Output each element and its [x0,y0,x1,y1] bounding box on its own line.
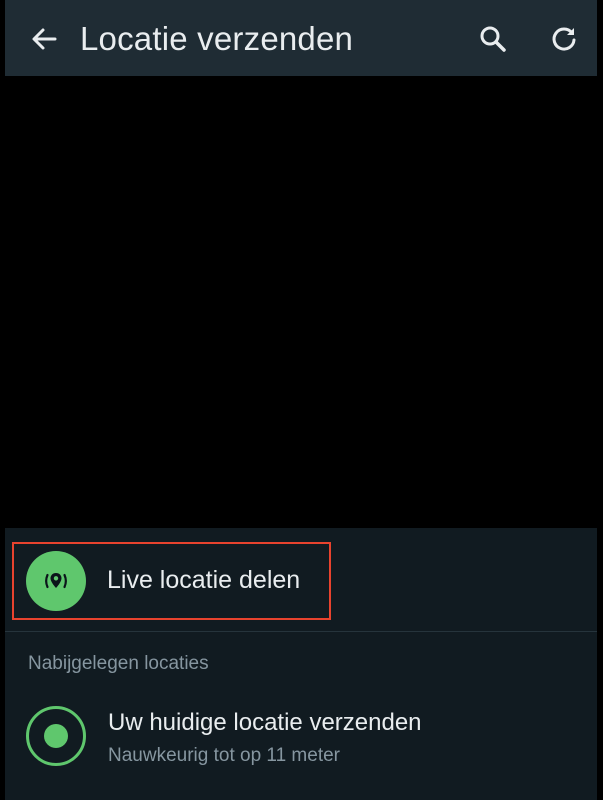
refresh-icon[interactable] [549,24,579,54]
current-location-accuracy: Nauwkeurig tot op 11 meter [108,745,340,766]
search-icon[interactable] [478,24,508,54]
divider [5,631,597,632]
send-current-location-item[interactable]: Uw huidige locatie verzenden Nauwkeurig … [5,693,597,773]
live-location-item[interactable]: Live locatie delen [5,528,597,632]
page-title: Locatie verzenden [80,20,354,57]
live-location-label: Live locatie delen [107,566,301,594]
current-location-title: Uw huidige locatie verzenden [108,709,422,736]
back-arrow-icon[interactable] [29,24,59,54]
live-location-icon [26,551,86,611]
nearby-locations-header: Nabijgelegen locaties [28,653,209,674]
current-location-icon [26,706,86,766]
map-view[interactable] [5,76,597,528]
location-sheet: Live locatie delen Nabijgelegen locaties… [5,528,597,800]
app-bar: Locatie verzenden [5,0,597,76]
